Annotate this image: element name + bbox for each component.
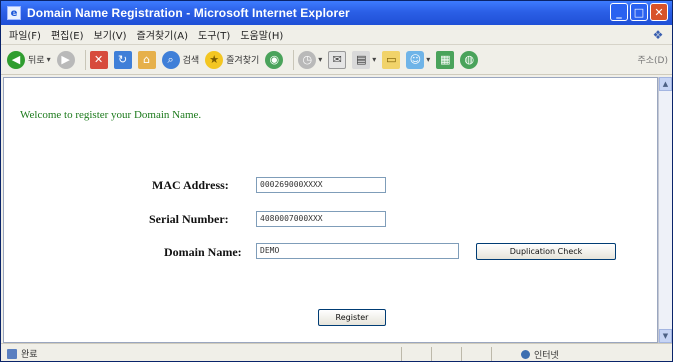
security-zone: 인터넷 <box>521 348 559 361</box>
toolbar-separator <box>293 49 295 70</box>
status-divider <box>401 347 402 361</box>
internet-zone-icon <box>521 350 530 359</box>
maximize-button[interactable]: □ <box>630 3 648 21</box>
zone-text: 인터넷 <box>534 351 559 361</box>
ie-page-icon: e <box>7 6 21 20</box>
status-divider <box>461 347 462 361</box>
serial-number-field[interactable]: 4080007000XXX <box>256 211 386 227</box>
serial-number-label: Serial Number: <box>149 212 229 226</box>
refresh-button[interactable]: ↻ <box>113 49 132 71</box>
mail-icon: ✉ <box>328 50 347 69</box>
minimize-button[interactable]: _ <box>610 3 628 21</box>
domain-name-field[interactable]: DEMO <box>256 243 459 259</box>
research-icon: ▦ <box>436 50 455 69</box>
status-text: 완료 <box>21 350 38 360</box>
star-icon: ★ <box>205 50 224 69</box>
history-button[interactable]: ◷ ▾ <box>298 49 322 71</box>
home-button[interactable]: ⌂ <box>137 49 156 71</box>
menu-favorites[interactable]: 즐겨찾기(A) <box>137 27 188 42</box>
print-icon: ▤ <box>352 50 371 69</box>
folder-button[interactable]: ▭ <box>382 49 401 71</box>
search-button[interactable]: ⌕ 검색 <box>161 49 200 71</box>
search-icon: ⌕ <box>161 50 180 69</box>
welcome-text: Welcome to register your Domain Name. <box>20 109 202 121</box>
toolbar: ◀ 뒤로 ▾ ▶ ✕ ↻ ⌂ ⌕ 검색 ★ 즐겨찾기 ◉ ◷ ▾ ✉ ▤ ▾ ▭… <box>1 45 672 75</box>
print-button[interactable]: ▤ ▾ <box>352 49 376 71</box>
title-bar: e Domain Name Registration - Microsoft I… <box>1 1 672 25</box>
stop-button[interactable]: ✕ <box>89 49 108 71</box>
page-content: Welcome to register your Domain Name. MA… <box>3 77 658 343</box>
chevron-down-icon: ▾ <box>426 55 431 64</box>
forward-arrow-icon: ▶ <box>56 50 75 69</box>
home-icon: ⌂ <box>137 50 156 69</box>
menu-view[interactable]: 보기(V) <box>94 27 127 42</box>
chevron-down-icon: ▾ <box>46 55 51 64</box>
mac-address-label: MAC Address: <box>152 178 229 192</box>
forward-button[interactable]: ▶ <box>56 49 75 71</box>
messenger-button[interactable]: ☺ ▾ <box>406 49 430 71</box>
status-bar: 완료 인터넷 <box>1 343 672 361</box>
search-label: 검색 <box>182 56 200 66</box>
windows-logo-icon: ❖ <box>652 28 664 42</box>
folder-icon: ▭ <box>382 50 401 69</box>
media-icon: ◉ <box>265 50 284 69</box>
page-status-icon <box>7 348 17 359</box>
messenger-icon: ☺ <box>406 50 425 69</box>
vertical-scrollbar[interactable]: ▲ ▼ <box>658 77 672 343</box>
favorites-label: 즐겨찾기 <box>226 56 260 66</box>
scroll-up-icon[interactable]: ▲ <box>659 77 672 91</box>
status-divider <box>491 347 492 361</box>
window-controls: _ □ ✕ <box>610 3 668 21</box>
stop-icon: ✕ <box>89 50 108 69</box>
extra-icon: ◍ <box>460 50 479 69</box>
scroll-down-icon[interactable]: ▼ <box>659 329 672 343</box>
back-button[interactable]: ◀ 뒤로 ▾ <box>7 49 51 71</box>
chevron-down-icon: ▾ <box>318 55 323 64</box>
refresh-icon: ↻ <box>113 50 132 69</box>
history-icon: ◷ <box>298 50 317 69</box>
menu-tools[interactable]: 도구(T) <box>198 27 230 42</box>
back-label: 뒤로 <box>28 56 45 66</box>
mac-address-field[interactable]: 000269000XXXX <box>256 177 386 193</box>
menu-help[interactable]: 도움말(H) <box>240 27 283 42</box>
address-label: 주소(D) <box>637 56 668 66</box>
menu-bar: 파일(F) 편집(E) 보기(V) 즐겨찾기(A) 도구(T) 도움말(H) ❖ <box>1 25 672 45</box>
status-left: 완료 <box>7 347 38 360</box>
window-title: Domain Name Registration - Microsoft Int… <box>27 6 350 20</box>
back-arrow-icon: ◀ <box>7 50 25 69</box>
extra-button[interactable]: ◍ <box>460 49 479 71</box>
media-button[interactable]: ◉ <box>265 49 284 71</box>
domain-name-label: Domain Name: <box>164 245 242 259</box>
browser-window: e Domain Name Registration - Microsoft I… <box>0 0 673 362</box>
menu-file[interactable]: 파일(F) <box>9 27 41 42</box>
register-button[interactable]: Register <box>318 309 386 326</box>
favorites-button[interactable]: ★ 즐겨찾기 <box>205 49 259 71</box>
mail-button[interactable]: ✉ <box>328 49 347 71</box>
menu-edit[interactable]: 편집(E) <box>51 27 84 42</box>
research-button[interactable]: ▦ <box>436 49 455 71</box>
close-button[interactable]: ✕ <box>650 3 668 21</box>
duplication-check-button[interactable]: Duplication Check <box>476 243 616 260</box>
toolbar-separator <box>84 49 86 70</box>
chevron-down-icon: ▾ <box>372 55 377 64</box>
status-divider <box>431 347 432 361</box>
